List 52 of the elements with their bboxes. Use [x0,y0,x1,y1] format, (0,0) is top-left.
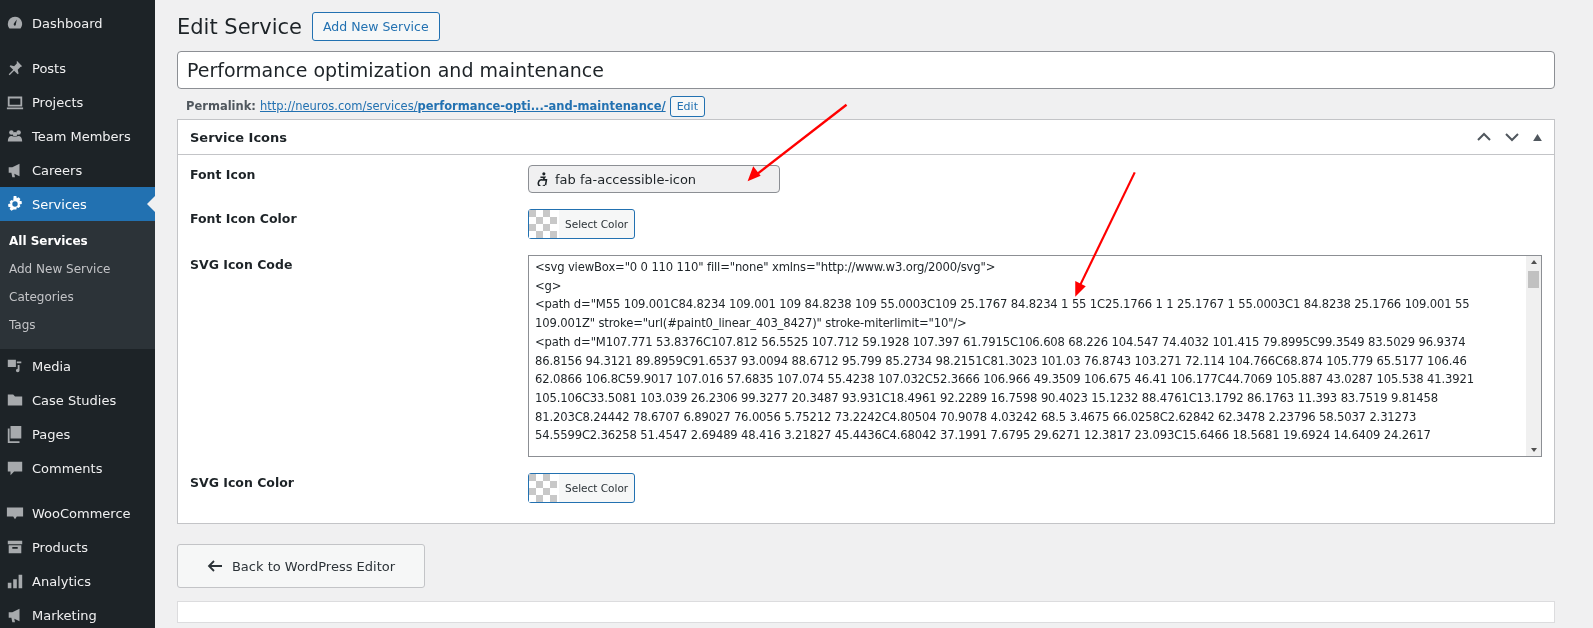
page-heading: Edit Service [177,14,302,39]
code-textarea[interactable]: <svg viewBox="0 0 110 110" fill="none" xmlns="http://www.w3.org/2000/svg"> <g> <path d="M55 109.001C84.8234 109.001 109 84.8238 109 55.0003C109 25.1767 84.8234 1 55 1C25.1766 1 1 25.1767 1 55.0003C1 84.8238 25.1766 109.001 55 109.001Z" stroke="url(#paint0_linear_403_8427)" stroke-miterlimit="10"/> <path d="M107.771 53.8376C107.812 56.5525 107.712 59.1928 107.397 61.7915C106.608 68.226 104.547 74.4032 101.415 79.8995C99.3549 83.5029 96.9374 86.8156 94.3121 89.8959C91.6537 93.0094 88.6712 95.799 85.2734 98.2151C81.3023 101.03 76.8743 103.271 72.114 104.766C68.874 105.779 65.5177 106.46 62.0866 106.8C59.9017 107.016 57.6835 107.074 55.4238 107.032C52.3666 106.966 49.3509 106.675 46.41 106.177C44.7069 105.887 43.0287 105.538 41.3921 105.106C33.5081 103.039 26.2306 99.3277 20.3487 93.931C18.4961 92.2289 16.7598 90.4023 15.1232 88.4761C13.1792 86.1763 11.393 83.7519 9.81458 81.203C8.24442 78.6707 6.89027 76.0056 5.75212 73.2242C4.80504 70.9078 4.03242 68.5 3.4675 66.0258C2.62842 62.3478 2.23796 58.5037 2.31273 54.5599C2.36258 51.4547 2.69489 48.416 3.21827 45.4436C4.68042 37.1991 7.6795 29.6271 12.3817 23.093C15.6466 18.5681 19.6924 14.6409 24.2617 [528,255,1542,457]
icon-picker-field[interactable]: fab fa-accessible-icon [528,165,780,193]
menu-item[interactable]: Marketing [0,598,155,628]
submenu-item[interactable]: Tags [0,311,155,339]
select-color-button[interactable]: Select Color [528,473,636,503]
gear-icon [6,195,24,213]
menu-item[interactable]: Services [0,187,155,221]
menu-item[interactable]: Posts [0,51,155,85]
menu-item[interactable]: WooCommerce [0,496,155,530]
field-label: Font Icon Color [190,210,297,226]
scroll-up-icon[interactable] [1529,259,1538,265]
menu-item[interactable]: Comments [0,451,155,485]
menu-item[interactable]: Products [0,530,155,564]
scroll-thumb[interactable] [1528,271,1539,288]
menu-item[interactable]: Dashboard [0,6,155,40]
menu-item[interactable]: Pages [0,417,155,451]
menu-item[interactable]: Case Studies [0,383,155,417]
select-color-button[interactable]: Select Color [528,209,636,239]
permalink-link[interactable]: http://neuros.com/services/performance-opti...-and-maintenance/ [259,99,666,113]
bar-chart-icon [6,572,24,590]
field-label: SVG Icon Code [190,256,294,272]
submenu-item[interactable]: Add New Service [0,255,155,283]
menu-item[interactable]: Projects [0,85,155,119]
submenu-item[interactable]: All Services [0,227,155,255]
speech-bubble-icon [6,459,24,477]
transparent-swatch-icon [529,210,559,238]
field-label: Font Icon [190,166,256,182]
triangle-up-icon[interactable] [1533,133,1542,141]
transparent-swatch-icon [529,474,559,502]
media-camera-music-icon [6,357,24,375]
menu-item[interactable]: Team Members [0,119,155,153]
scrollbar[interactable] [1526,256,1541,456]
field-label: SVG Icon Color [190,474,294,490]
menu-item[interactable]: Analytics [0,564,155,598]
wheelchair-icon [537,172,549,186]
left-arrow-icon [206,560,223,572]
scroll-down-icon[interactable] [1529,447,1538,453]
add-new-button[interactable]: Add New Service [311,12,440,41]
chevron-up-icon[interactable] [1477,132,1491,142]
chevron-down-icon[interactable] [1505,132,1519,142]
back-to-editor-button[interactable]: Back to WordPress Editor [177,544,425,588]
permalink-label: Permalink: [186,99,256,113]
archive-box-icon [6,538,24,556]
pushpin-icon [6,59,24,77]
submenu-item[interactable]: Categories [0,283,155,311]
menu-item[interactable]: Careers [0,153,155,187]
metabox-title: Service Icons [190,129,288,145]
menu-item[interactable]: Media [0,349,155,383]
title-field[interactable]: Performance optimization and maintenance [177,51,1555,89]
edit-button[interactable]: Edit [669,95,705,117]
pages-icon [6,425,24,443]
